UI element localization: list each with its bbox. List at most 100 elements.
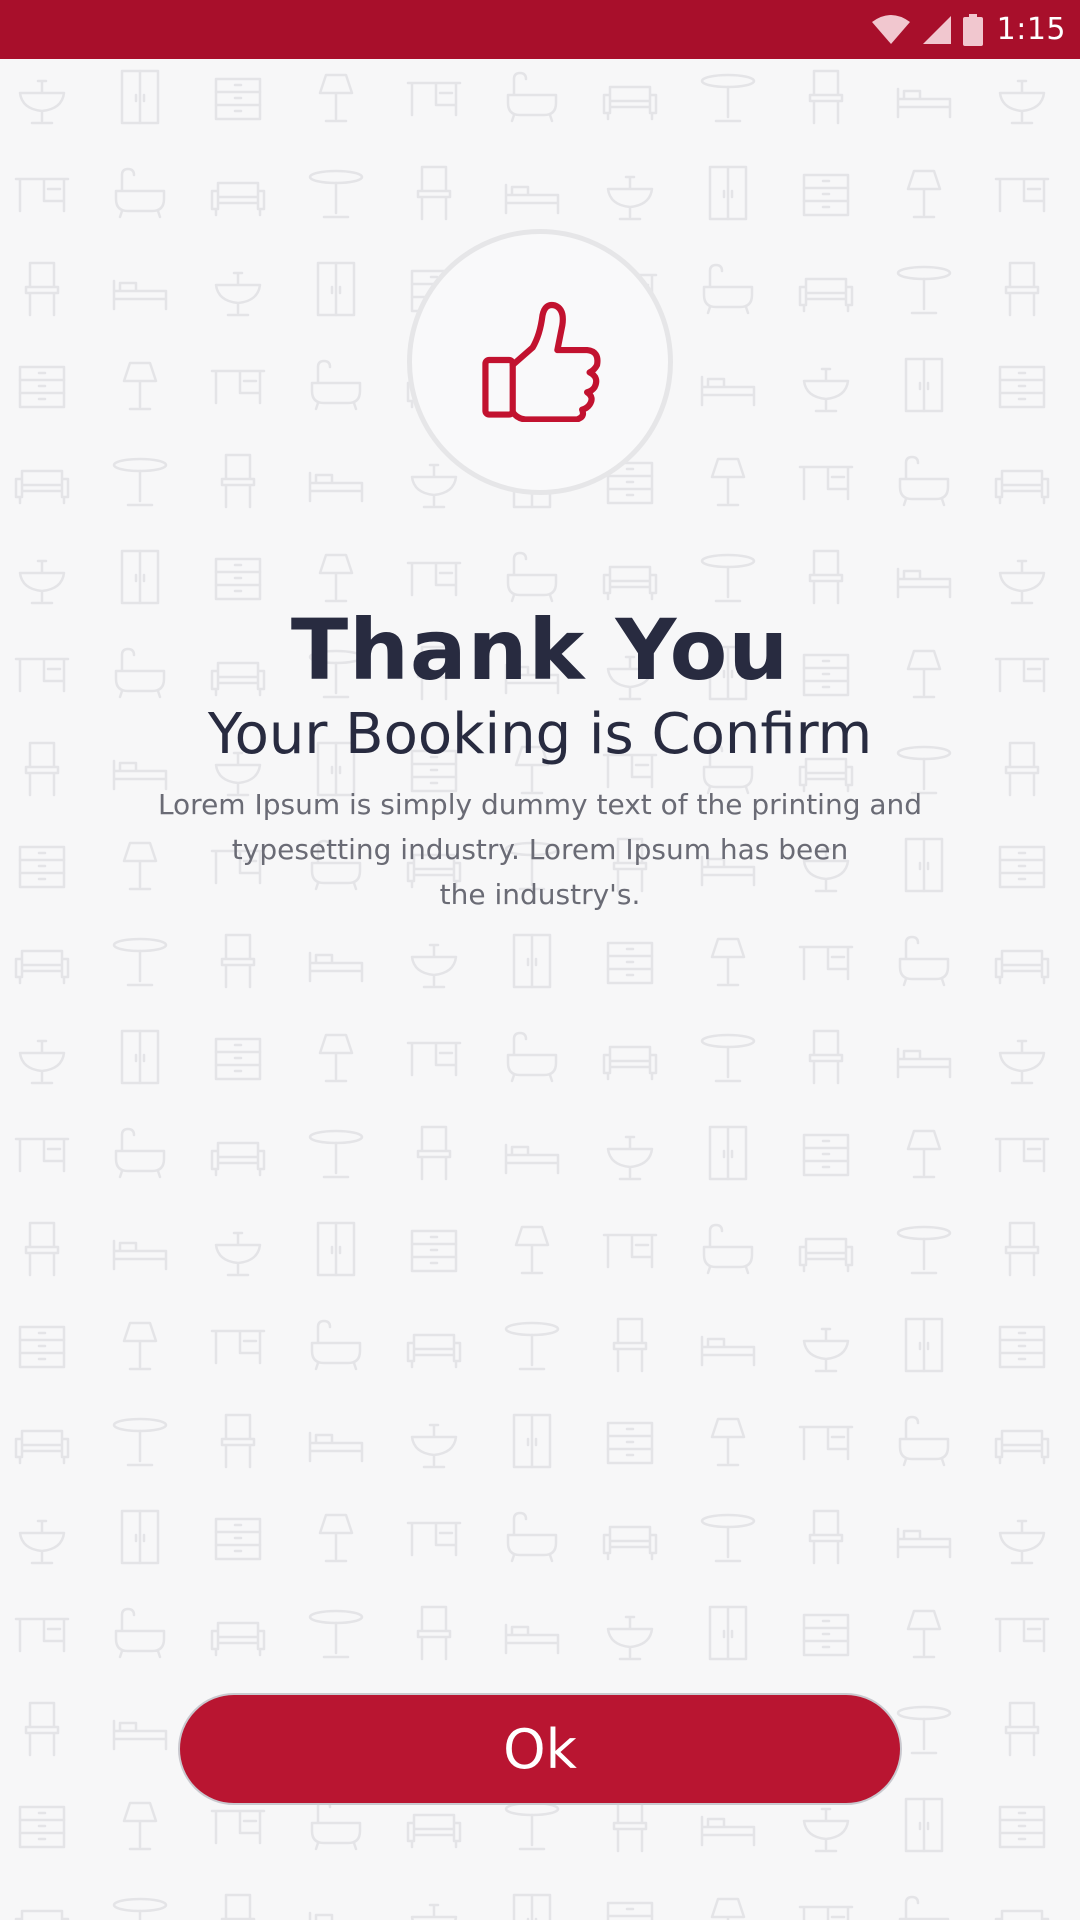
bathtub-icon [696, 1217, 760, 1281]
description-line: Lorem Ipsum is simply dummy text of the … [157, 788, 923, 821]
cell-signal-icon [921, 14, 953, 46]
chair-icon [10, 1697, 74, 1761]
dresser-icon [598, 929, 662, 993]
wardrobe-icon [696, 1121, 760, 1185]
dresser-icon [10, 1313, 74, 1377]
bed-icon [108, 257, 172, 321]
sofa-icon [10, 1889, 74, 1920]
sofa-icon [10, 1409, 74, 1473]
sink-icon [990, 1025, 1054, 1089]
table-icon [696, 65, 760, 129]
table-icon [304, 161, 368, 225]
sink-icon [990, 65, 1054, 129]
sink-icon [10, 65, 74, 129]
lamp-icon [696, 1889, 760, 1920]
bed-icon [696, 353, 760, 417]
sofa-icon [206, 1601, 270, 1665]
dresser-icon [598, 1889, 662, 1920]
table-icon [696, 1025, 760, 1089]
desk-icon [206, 1313, 270, 1377]
sink-icon [598, 1121, 662, 1185]
wardrobe-icon [696, 1601, 760, 1665]
dresser-icon [990, 1793, 1054, 1857]
bed-icon [696, 1313, 760, 1377]
bathtub-icon [500, 65, 564, 129]
dresser-icon [794, 161, 858, 225]
wardrobe-icon [500, 1889, 564, 1920]
sink-icon [990, 1505, 1054, 1569]
dresser-icon [10, 353, 74, 417]
chair-icon [206, 1409, 270, 1473]
sink-icon [402, 1889, 466, 1920]
lamp-icon [304, 1505, 368, 1569]
bed-icon [108, 1217, 172, 1281]
sink-icon [598, 161, 662, 225]
desk-icon [10, 1121, 74, 1185]
dresser-icon [206, 65, 270, 129]
lamp-icon [696, 1409, 760, 1473]
wardrobe-icon [500, 929, 564, 993]
status-time: 1:15 [996, 12, 1066, 47]
desk-icon [10, 161, 74, 225]
bed-icon [108, 1697, 172, 1761]
bed-icon [500, 1121, 564, 1185]
chair-icon [990, 257, 1054, 321]
lamp-icon [892, 1601, 956, 1665]
description-line: typesetting industry. Lorem Ipsum has be… [231, 833, 849, 866]
chair-icon [990, 1217, 1054, 1281]
dresser-icon [10, 833, 74, 897]
table-icon [108, 929, 172, 993]
sofa-icon [206, 161, 270, 225]
wardrobe-icon [108, 1025, 172, 1089]
bed-icon [304, 1409, 368, 1473]
chair-icon [794, 65, 858, 129]
wardrobe-icon [696, 161, 760, 225]
bathtub-icon [108, 161, 172, 225]
wifi-icon [871, 14, 911, 46]
description-text: Lorem Ipsum is simply dummy text of the … [120, 782, 960, 917]
table-icon [108, 1409, 172, 1473]
ok-button[interactable]: Ok [178, 1693, 902, 1805]
description-line: the industry's. [439, 878, 641, 911]
chair-icon [402, 1601, 466, 1665]
sofa-icon [990, 1409, 1054, 1473]
dresser-icon [206, 1025, 270, 1089]
booking-confirm-subtitle: Your Booking is Confirm [207, 702, 873, 767]
sink-icon [598, 1601, 662, 1665]
wardrobe-icon [892, 1313, 956, 1377]
table-icon [304, 1601, 368, 1665]
lamp-icon [304, 1025, 368, 1089]
desk-icon [598, 1217, 662, 1281]
status-icons: 1:15 [871, 0, 1066, 59]
wardrobe-icon [304, 1217, 368, 1281]
bathtub-icon [696, 257, 760, 321]
table-icon [108, 1889, 172, 1920]
desk-icon [794, 929, 858, 993]
desk-icon [794, 1889, 858, 1920]
bed-icon [500, 161, 564, 225]
bathtub-icon [304, 1313, 368, 1377]
bed-icon [892, 65, 956, 129]
desk-icon [10, 1601, 74, 1665]
bed-icon [304, 1889, 368, 1920]
bed-icon [892, 1025, 956, 1089]
chair-icon [402, 161, 466, 225]
chair-icon [206, 1889, 270, 1920]
table-icon [696, 1505, 760, 1569]
chair-icon [402, 1121, 466, 1185]
confirmation-badge [407, 229, 673, 495]
table-icon [108, 449, 172, 513]
sofa-icon [794, 257, 858, 321]
table-icon [500, 1313, 564, 1377]
bed-icon [304, 449, 368, 513]
sofa-icon [598, 1025, 662, 1089]
chair-icon [10, 257, 74, 321]
chair-icon [206, 449, 270, 513]
sofa-icon [598, 1505, 662, 1569]
lamp-icon [696, 929, 760, 993]
page-title: Thank You [290, 601, 790, 699]
lamp-icon [108, 1313, 172, 1377]
dresser-icon [402, 1217, 466, 1281]
bathtub-icon [500, 1505, 564, 1569]
chair-icon [206, 929, 270, 993]
